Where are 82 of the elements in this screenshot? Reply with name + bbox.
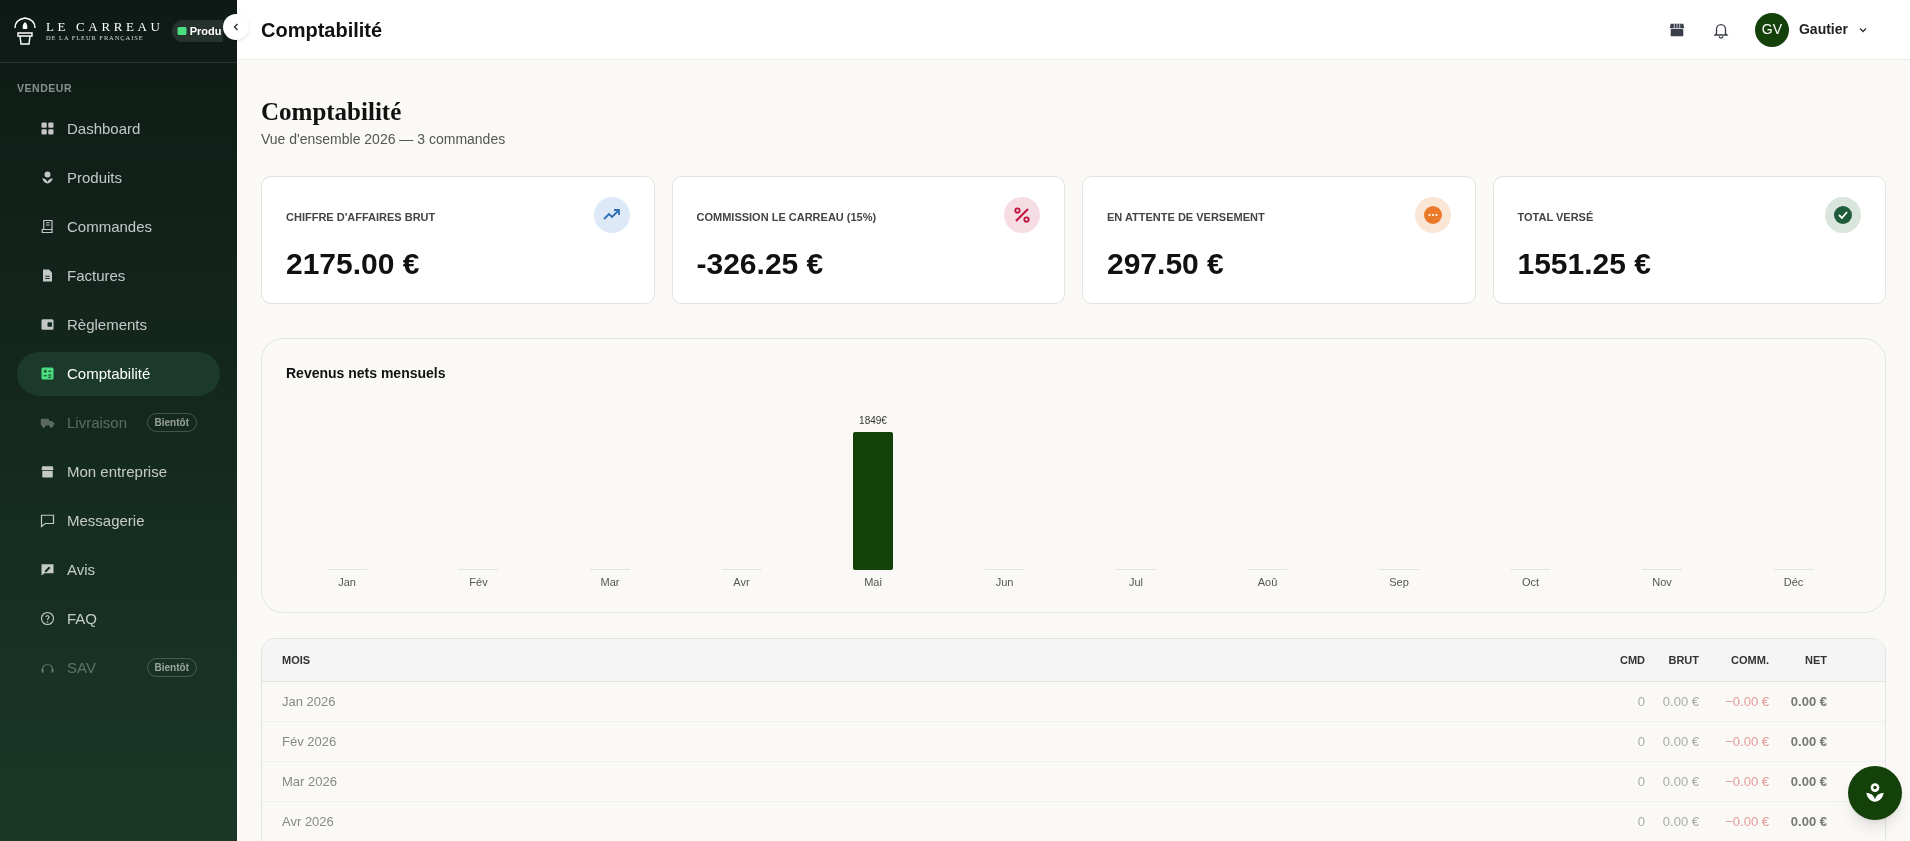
check-icon <box>1833 205 1853 226</box>
column-header: NET <box>1804 653 1827 668</box>
chevron-left-icon <box>231 22 241 32</box>
month-label: Jun <box>995 576 1014 589</box>
table-cell-text: 0 <box>1636 733 1645 751</box>
sidebar-item[interactable]: FAQ <box>17 596 220 641</box>
kpi-value: 297.50 € <box>1107 246 1225 283</box>
sidebar-item[interactable]: Avis <box>17 547 220 592</box>
table-cell-text: 0.00 € <box>1789 813 1827 831</box>
month-label: Nov <box>1652 576 1672 589</box>
month-label: Jan <box>338 576 356 589</box>
month-label: Oct <box>1521 576 1540 589</box>
table-cell-text: 0.00 € <box>1661 693 1699 711</box>
badge-label: Produ <box>189 23 222 39</box>
flower-fab-button[interactable] <box>1848 766 1902 820</box>
flower-pot-logo-icon <box>12 16 38 46</box>
collapse-button[interactable] <box>223 14 249 40</box>
kpi-value: 1551.25 € <box>1517 246 1652 283</box>
receipt-icon <box>40 219 55 235</box>
user-avatar: GV <box>1755 12 1789 47</box>
user-menu-button[interactable]: GV Gautier <box>1755 12 1868 47</box>
table-cell-text: 0 <box>1636 693 1645 711</box>
kpi-label: COMMISSION LE CARREAU (15%) <box>696 210 877 225</box>
table-cell-text: 0.00 € <box>1661 813 1699 831</box>
table-cell-text: Mar 2026 <box>282 773 338 791</box>
table-cell-text: −0.00 € <box>1724 773 1769 791</box>
month-label: Fév <box>469 576 488 589</box>
chat-icon <box>40 513 55 529</box>
table-cell-text: Jan 2026 <box>282 693 337 711</box>
kpi-value: 2175.00 € <box>286 246 421 283</box>
column-header: MOIS <box>282 653 312 668</box>
kpi-value: -326.25 € <box>696 246 825 283</box>
table-cell-text: 0.00 € <box>1661 733 1699 751</box>
column-header: BRUT <box>1667 653 1699 668</box>
sidebar-item[interactable]: Messagerie <box>17 498 220 543</box>
sidebar-item[interactable]: Comptabilité <box>17 351 220 396</box>
table-cell-text: Fév 2026 <box>282 733 338 751</box>
review-icon <box>40 562 55 578</box>
sidebar-item[interactable]: Commandes <box>17 204 220 249</box>
table-cell-text: −0.00 € <box>1724 813 1769 831</box>
document-icon <box>40 268 55 284</box>
header-title: Comptabilité <box>261 17 384 43</box>
section-label: VENDEUR <box>16 81 74 96</box>
table-cell-text: −0.00 € <box>1724 693 1769 711</box>
sidebar-item[interactable]: Dashboard <box>17 106 220 151</box>
wallet-icon <box>40 317 55 333</box>
sidebar-item[interactable]: Factures <box>17 253 220 298</box>
bar-value-label: 1849€ <box>859 415 887 427</box>
page-title: Comptabilité <box>261 97 403 127</box>
brand-name: LE CARREAU <box>46 20 164 34</box>
column-header: CMD <box>1618 653 1645 668</box>
sidebar-item[interactable]: Mon entreprise <box>17 449 220 494</box>
page-subtitle: Vue d'ensemble 2026 — 3 commandes <box>261 130 507 150</box>
table-cell-text: 0 <box>1636 813 1645 831</box>
kpi-label: EN ATTENTE DE VERSEMENT <box>1107 210 1265 225</box>
month-label: Déc <box>1783 576 1804 589</box>
kpi-label: TOTAL VERSÉ <box>1517 210 1594 225</box>
table-cell-text: −0.00 € <box>1724 733 1769 751</box>
table-cell-text: 0.00 € <box>1789 773 1827 791</box>
table-cell-text: 0.00 € <box>1789 733 1827 751</box>
kpi-label: CHIFFRE D'AFFAIRES BRUT <box>286 210 436 225</box>
column-header: COMM. <box>1730 653 1769 668</box>
month-label: Jul <box>1128 576 1144 589</box>
month-label: Mar <box>600 576 620 589</box>
table-cell-text: 0 <box>1636 773 1645 791</box>
grid-icon <box>40 121 55 137</box>
chart-title: Revenus nets mensuels <box>286 364 447 384</box>
month-label: Sep <box>1389 576 1409 589</box>
sidebar-item[interactable]: Produits <box>17 155 220 200</box>
month-label: Aoû <box>1257 576 1278 589</box>
percent-icon <box>1012 205 1032 226</box>
flower-icon <box>40 170 55 186</box>
table-cell-text: 0.00 € <box>1789 693 1827 711</box>
calculator-icon <box>40 366 55 382</box>
table-cell-text: Avr 2026 <box>282 813 335 831</box>
more-icon <box>1422 205 1443 226</box>
user-name: Gautier <box>1799 20 1848 39</box>
help-icon <box>40 611 55 627</box>
table-cell-text: 0.00 € <box>1661 773 1699 791</box>
sidebar-item[interactable]: Règlements <box>17 302 220 347</box>
month-label: Mai <box>864 576 882 589</box>
month-label: Avr <box>733 576 750 589</box>
